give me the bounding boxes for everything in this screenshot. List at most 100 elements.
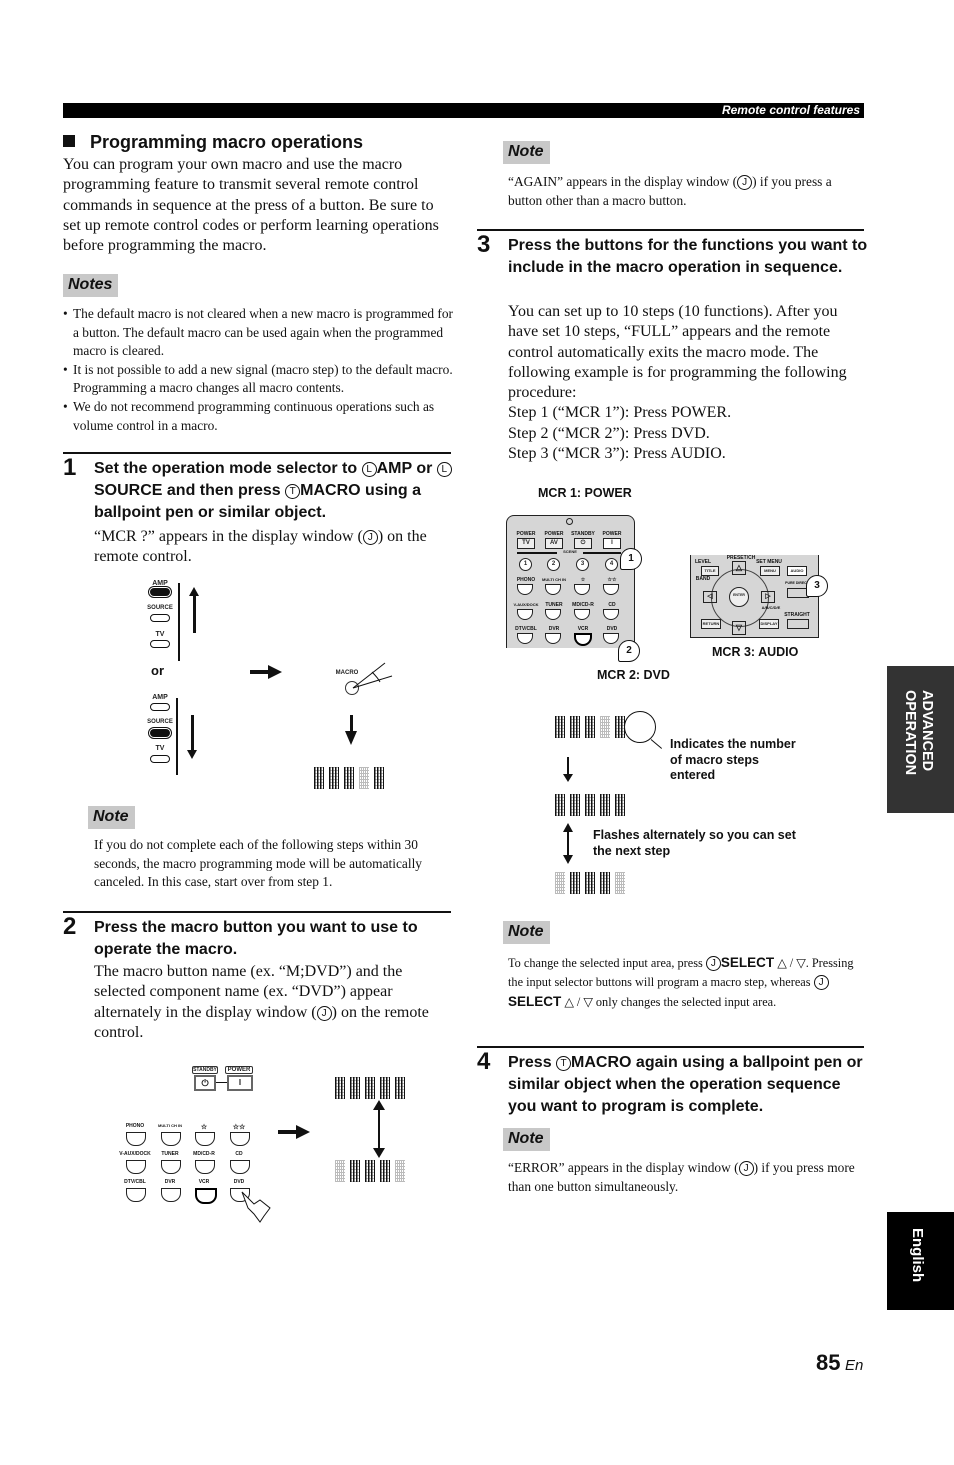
- md-cd-r-button: [195, 1160, 215, 1174]
- pointing-hand-icon: [241, 1191, 271, 1223]
- double-star-button: [230, 1132, 250, 1146]
- note-item: The default macro is not cleared when a …: [63, 305, 453, 361]
- or-label: or: [151, 663, 164, 678]
- key-j-icon: J: [737, 175, 753, 190]
- step-2-body: The macro button name (ex. “M;DVD”) and …: [94, 963, 429, 1041]
- audio-button: AUDIO: [787, 566, 807, 576]
- key-t-icon: T: [556, 1056, 572, 1071]
- up-arrow-button: △: [732, 561, 746, 575]
- tv-switch: [150, 640, 170, 648]
- remote-panel-main: POWER POWER STANDBY POWER TV AV ⏻ I SCEN…: [506, 515, 635, 648]
- section-title: Programming macro operations: [63, 132, 363, 153]
- note-bottom-heading: Note: [503, 1128, 550, 1151]
- key-j-icon: J: [738, 1161, 754, 1176]
- page-number: 85 En: [816, 1350, 864, 1375]
- arrow-up-icon: [193, 595, 196, 633]
- remote-edge: [176, 698, 178, 775]
- arrow-both-icon: [378, 1108, 380, 1153]
- scene-3-button: 3: [576, 558, 589, 571]
- key-l-icon: L: [436, 462, 452, 477]
- cd-button: [230, 1160, 250, 1174]
- step-number-1: 1: [63, 454, 77, 481]
- scene-2-button: 2: [547, 558, 560, 571]
- mcr1-label: MCR 1: POWER: [538, 486, 632, 500]
- intro-paragraph: You can program your own macro and use t…: [63, 156, 439, 255]
- display-dvd-2: [555, 872, 630, 899]
- step-1-figure: AMP SOURCE TV or AMP SOURCE TV MACRO: [140, 575, 440, 795]
- av-power-button: AV: [545, 538, 563, 549]
- arrow-down-icon: [191, 715, 194, 753]
- indicates-label: Indicates the number of macro steps ente…: [670, 737, 796, 782]
- callout-2: 2: [618, 640, 640, 662]
- mcr3-label: MCR 3: AUDIO: [712, 645, 799, 659]
- step-1-body: “MCR ?” appears in the display window (J…: [94, 528, 427, 566]
- step-3-body: You can set up to 10 steps (10 functions…: [508, 302, 868, 464]
- flashes-label: Flashes alternately so you can set the n…: [593, 828, 796, 858]
- power-button: I: [603, 538, 621, 549]
- display-dvd: [335, 1160, 410, 1187]
- divider: [63, 452, 451, 454]
- power-button: I: [227, 1075, 253, 1091]
- step-line: Step 2 (“MCR 2”): Press DVD.: [508, 424, 710, 442]
- step-line: Step 3 (“MCR 3”): Press AUDIO.: [508, 445, 726, 463]
- remote-edge: [178, 583, 180, 661]
- key-j-icon: J: [705, 956, 721, 971]
- step-1-heading: Set the operation mode selector to L AMP …: [94, 458, 454, 524]
- square-bullet-icon: [63, 135, 75, 147]
- side-tab-advanced-operation[interactable]: ADVANCED OPERATION: [887, 666, 954, 813]
- note-top-heading: Note: [503, 141, 550, 164]
- display-mcr-question: [314, 767, 389, 794]
- dvr-button: [161, 1188, 181, 1202]
- header-section-title: Remote control features: [721, 103, 860, 117]
- key-t-icon: T: [285, 484, 301, 499]
- divider: [63, 911, 451, 913]
- note-item: It is not possible to add a new signal (…: [63, 361, 453, 398]
- star-button: [195, 1132, 215, 1146]
- pen-icon: [352, 662, 393, 689]
- arrow-right-icon: [278, 1130, 298, 1134]
- source-switch: [150, 614, 170, 622]
- header-bar: Remote control features: [63, 103, 864, 118]
- step-2-heading: Press the macro button you want to use t…: [94, 919, 418, 958]
- key-j-icon: J: [813, 975, 829, 990]
- remote-panel-nav: LEVEL TITLE BAND PRESET/CH SET MENU MENU…: [690, 555, 819, 638]
- amp-switch: [150, 703, 170, 711]
- right-arrow-button: ▷: [761, 591, 775, 603]
- note-bottom-text: “ERROR” appears in the display window (J…: [508, 1160, 855, 1194]
- tuner-button: [161, 1160, 181, 1174]
- step-3-heading: Press the buttons for the functions you …: [508, 237, 868, 276]
- scene-4-button: 4: [605, 558, 618, 571]
- step-2-figure: STANDBY POWER ⏻ I PHONO MULTI CH IN ☆ ☆☆…: [110, 1060, 450, 1230]
- divider: [477, 229, 864, 231]
- key-l-icon: L: [361, 462, 377, 477]
- left-arrow-button: ◁: [703, 591, 717, 603]
- dtv-cbl-button: [126, 1188, 146, 1202]
- note-mid-text: To change the selected input area, press…: [508, 955, 854, 1009]
- notes-list: The default macro is not cleared when a …: [63, 305, 453, 435]
- note-mid-heading: Note: [503, 921, 550, 944]
- key-j-icon: J: [362, 530, 378, 545]
- callout-3: 3: [806, 575, 828, 597]
- arrow-both-icon: [567, 830, 569, 858]
- callout-1: 1: [620, 548, 642, 570]
- notes-heading: Notes: [63, 274, 119, 297]
- note-1-heading: Note: [88, 806, 135, 829]
- indicator-light: [566, 518, 573, 525]
- standby-button: ⏻: [574, 538, 592, 549]
- multi-ch-in-button: [161, 1132, 181, 1146]
- dvd-button: [603, 633, 619, 644]
- note-item: We do not recommend programming continuo…: [63, 398, 453, 435]
- scene-label: SCENE: [557, 549, 583, 554]
- display-m-dvd-2: [555, 794, 630, 821]
- side-tab-english[interactable]: English: [887, 1212, 954, 1310]
- step-number-3: 3: [477, 231, 491, 258]
- step-number-4: 4: [477, 1048, 491, 1075]
- note-1-text: If you do not complete each of the follo…: [94, 837, 422, 890]
- input-button-grid: PHONO MULTI CH IN ☆ ☆☆ V-AUX/DOCK TUNER …: [110, 1120, 260, 1220]
- source-switch-selected: [148, 727, 172, 739]
- down-arrow-button: ▽: [732, 621, 746, 635]
- amp-switch-selected: [148, 586, 172, 598]
- v-aux-button: [126, 1160, 146, 1174]
- step-4-heading: Press T MACRO again using a ballpoint pen…: [508, 1054, 863, 1115]
- scene-1-button: 1: [519, 558, 532, 571]
